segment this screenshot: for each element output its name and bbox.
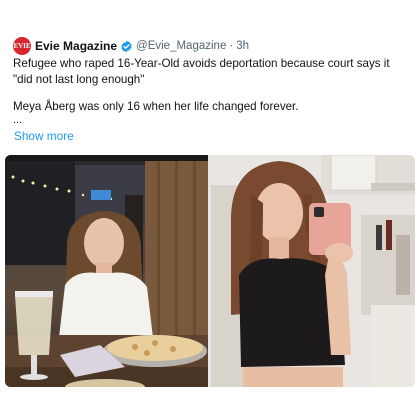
verified-badge-icon (120, 40, 133, 53)
avatar[interactable]: EVIE (13, 37, 31, 55)
show-more-link[interactable]: Show more (14, 129, 74, 143)
tweet-ellipsis: ... (13, 113, 23, 126)
tweet-header: EVIE Evie Magazine @Evie_Magazine · 3h (13, 36, 249, 56)
tweet-headline: Refugee who raped 16-Year-Old avoids dep… (13, 57, 390, 86)
mirror-selfie-photo[interactable] (211, 155, 415, 387)
author-handle[interactable]: @Evie_Magazine (136, 40, 226, 52)
media-grid (5, 155, 415, 387)
author-name[interactable]: Evie Magazine (35, 39, 117, 53)
restaurant-photo[interactable] (5, 155, 208, 387)
tweet-timestamp[interactable]: 3h (236, 40, 249, 52)
tweet-paragraph: Meya Åberg was only 16 when her life cha… (13, 100, 299, 113)
tweet-body: Refugee who raped 16-Year-Old avoids dep… (13, 56, 409, 125)
tweet-card[interactable]: EVIE Evie Magazine @Evie_Magazine · 3h R… (0, 0, 420, 420)
meta-separator: · (229, 40, 234, 52)
